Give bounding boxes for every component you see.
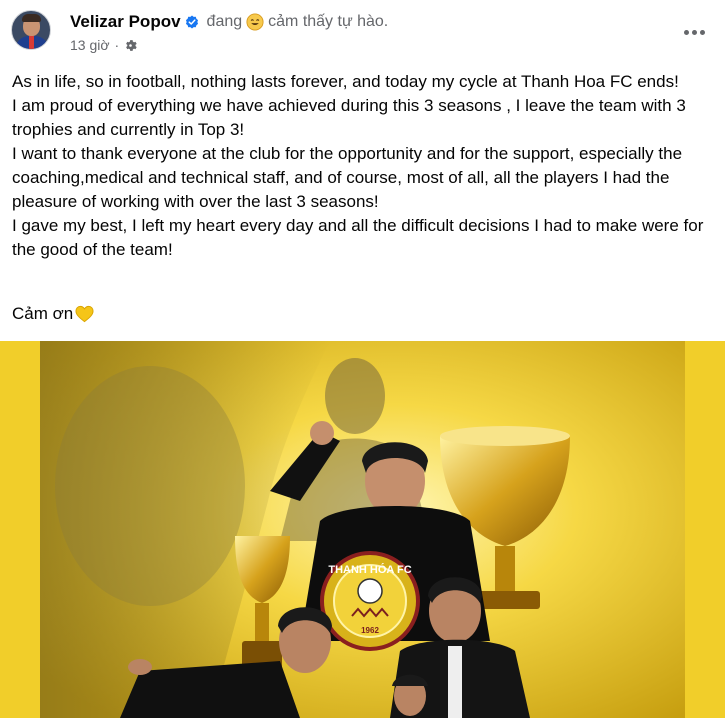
feeling-text[interactable]: cảm thấy tự hào. — [268, 12, 388, 32]
post-meta: 13 giờ · — [70, 37, 137, 53]
more-options-dot — [691, 29, 697, 35]
smiling-face-emoji-icon — [246, 13, 264, 31]
large-face-shape — [55, 366, 245, 606]
badge-club-name: THANH HÓA FC — [328, 563, 411, 576]
author-name[interactable]: Velizar Popov — [70, 12, 181, 32]
post-timestamp[interactable]: 13 giờ — [70, 37, 110, 53]
gear-icon[interactable] — [124, 39, 137, 52]
post-body: As in life, so in football, nothing last… — [12, 70, 715, 262]
post-photo-graphic: THANH HÓA FC 1962 — [0, 341, 725, 718]
verified-badge-icon — [185, 15, 198, 29]
post-closing: Cảm ơn — [12, 304, 74, 323]
post-paragraph: I am proud of everything we have achieve… — [12, 96, 686, 139]
post-header: Velizar Popov đang cảm thấy tự hào. 13 g… — [0, 0, 725, 62]
post-paragraph: I want to thank everyone at the club for… — [12, 144, 683, 211]
post-paragraph: I gave my best, I left my heart every da… — [12, 216, 704, 259]
feeling-prefix: đang — [206, 13, 243, 30]
avatar[interactable] — [11, 10, 51, 50]
background-figure-head — [325, 358, 385, 434]
post-closing-line: Cảm ơn — [12, 302, 94, 326]
post-paragraph: As in life, so in football, nothing last… — [12, 72, 679, 91]
avatar-hair — [22, 14, 41, 22]
post-photo[interactable]: THANH HÓA FC 1962 — [0, 341, 725, 718]
more-options-button[interactable] — [682, 27, 706, 37]
author-line: Velizar Popov đang cảm thấy tự hào. — [70, 12, 388, 32]
badge-year: 1962 — [361, 626, 379, 635]
more-options-dot — [699, 29, 705, 35]
yellow-heart-emoji-icon — [75, 305, 94, 323]
meta-separator: · — [114, 37, 120, 53]
avatar-shirt-stripe — [29, 36, 34, 49]
more-options-dot — [683, 29, 689, 35]
